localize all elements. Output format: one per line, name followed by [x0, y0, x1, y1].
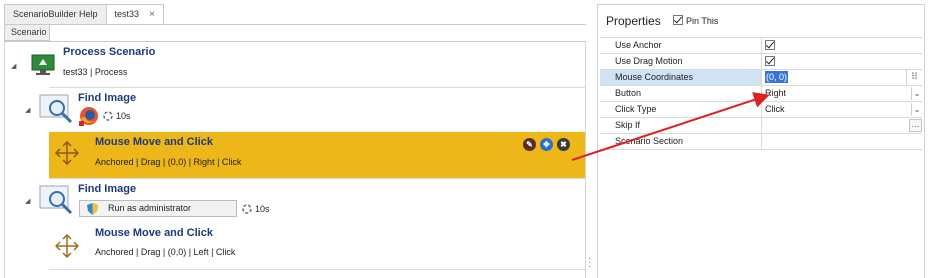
shield-icon — [87, 203, 98, 220]
run-as-admin-button: Run as administrator — [79, 200, 237, 217]
property-row-button[interactable]: Button Right ⌄ — [600, 86, 922, 102]
click-type-value: Click — [765, 104, 785, 114]
property-row-click-type[interactable]: Click Type Click ⌄ — [600, 102, 922, 118]
scenario-tree: ◢ Process Scenario test33 | Process ◢ Fi… — [4, 42, 586, 278]
pin-label: Pin This — [686, 16, 719, 26]
target-icon[interactable]: ✥ — [540, 138, 553, 151]
property-name: Click Type — [600, 102, 762, 117]
mouse-coordinates-value[interactable]: (0, 0) — [765, 71, 789, 83]
scenario-panel: ScenarioBuilder Help test33 × Scenario ◢ … — [0, 0, 591, 278]
find-image-icon — [39, 185, 75, 218]
crosshair-icon[interactable]: ⁝⁝ — [906, 70, 922, 85]
property-row-skip-if[interactable]: Skip If … — [600, 118, 922, 134]
ellipsis-icon[interactable]: … — [909, 119, 922, 132]
desktop-process-icon — [29, 54, 59, 79]
tree-node-mouse-move-2[interactable]: Mouse Move and Click Anchored | Drag | (… — [49, 225, 585, 271]
property-name: Scenario Section — [600, 134, 762, 149]
firefox-icon — [79, 106, 99, 129]
collapse-arrow-icon[interactable]: ◢ — [25, 106, 30, 114]
use-drag-motion-value[interactable] — [762, 54, 922, 69]
checkbox-icon[interactable] — [765, 40, 775, 50]
tab-scenariobuilder-help[interactable]: ScenarioBuilder Help — [4, 4, 107, 24]
tree-node-find-image-1[interactable]: ◢ Find Image 10s — [5, 88, 585, 132]
collapse-arrow-icon[interactable]: ◢ — [11, 62, 16, 70]
document-tabs: ScenarioBuilder Help test33 × — [4, 4, 164, 25]
property-name: Skip If — [600, 118, 762, 133]
wait-time: 10s — [255, 204, 270, 214]
mouse-coordinates-field[interactable]: (0, 0) ⁝⁝ — [762, 70, 922, 85]
find-image-title: Find Image — [78, 92, 137, 104]
chevron-down-icon[interactable]: ⌄ — [911, 87, 922, 100]
tab-label: ScenarioBuilder Help — [13, 9, 98, 19]
mouse-move-details: Anchored | Drag | (0,0) | Left | Click — [95, 247, 236, 257]
use-anchor-value[interactable] — [762, 38, 922, 53]
checkbox-icon[interactable] — [673, 15, 683, 25]
properties-title: Properties — [606, 14, 661, 28]
find-image-icon — [39, 94, 75, 127]
properties-panel: Properties Pin This Use Anchor Use Drag … — [597, 4, 925, 278]
tab-test33[interactable]: test33 × — [105, 4, 164, 25]
property-row-mouse-coordinates[interactable]: Mouse Coordinates (0, 0) ⁝⁝ — [600, 70, 922, 86]
property-name: Use Anchor — [600, 38, 762, 53]
spinner-icon — [241, 203, 253, 218]
wait-time: 10s — [116, 111, 131, 121]
tree-node-mouse-move-1[interactable]: Mouse Move and Click Anchored | Drag | (… — [49, 132, 585, 178]
skip-if-field[interactable]: … — [762, 118, 922, 133]
property-row-scenario-section[interactable]: Scenario Section — [600, 134, 922, 150]
property-name: Mouse Coordinates — [600, 70, 762, 85]
find-image-title: Find Image — [78, 183, 137, 195]
pin-this-checkbox[interactable]: Pin This — [673, 15, 718, 26]
property-row-use-drag-motion[interactable]: Use Drag Motion — [600, 54, 922, 70]
tab-scenario[interactable]: Scenario — [4, 25, 50, 41]
button-value: Right — [765, 88, 787, 98]
collapse-arrow-icon[interactable]: ◢ — [25, 197, 30, 205]
property-grid: Use Anchor Use Drag Motion Mouse Coordin… — [600, 37, 922, 150]
close-icon[interactable]: × — [149, 9, 155, 20]
run-as-admin-label: Run as administrator — [108, 203, 192, 213]
move-cross-icon — [54, 140, 80, 168]
mouse-move-details: Anchored | Drag | (0,0) | Right | Click — [95, 157, 242, 167]
tree-node-process[interactable]: ◢ Process Scenario test33 | Process — [5, 42, 585, 87]
scenario-section-field[interactable] — [762, 134, 922, 149]
row-divider — [49, 269, 585, 270]
property-name: Use Drag Motion — [600, 54, 762, 69]
mouse-move-title: Mouse Move and Click — [95, 227, 213, 239]
process-title: Process Scenario — [63, 46, 156, 58]
move-cross-icon — [54, 233, 80, 261]
tools-icon[interactable]: ✖ — [557, 138, 570, 151]
click-type-select[interactable]: Click ⌄ — [762, 102, 922, 117]
spinner-icon — [102, 110, 114, 125]
property-row-use-anchor[interactable]: Use Anchor — [600, 38, 922, 54]
checkbox-icon[interactable] — [765, 56, 775, 66]
tab-divider — [4, 24, 586, 25]
chevron-down-icon[interactable]: ⌄ — [911, 103, 922, 116]
property-name: Button — [600, 86, 762, 101]
splitter-grip[interactable]: · · · — [588, 254, 591, 272]
tab-label: test33 — [114, 9, 140, 19]
button-select[interactable]: Right ⌄ — [762, 86, 922, 101]
edit-icon[interactable]: ✎ — [523, 138, 536, 151]
process-subtitle: test33 | Process — [63, 67, 128, 77]
mouse-move-title: Mouse Move and Click — [95, 136, 213, 148]
